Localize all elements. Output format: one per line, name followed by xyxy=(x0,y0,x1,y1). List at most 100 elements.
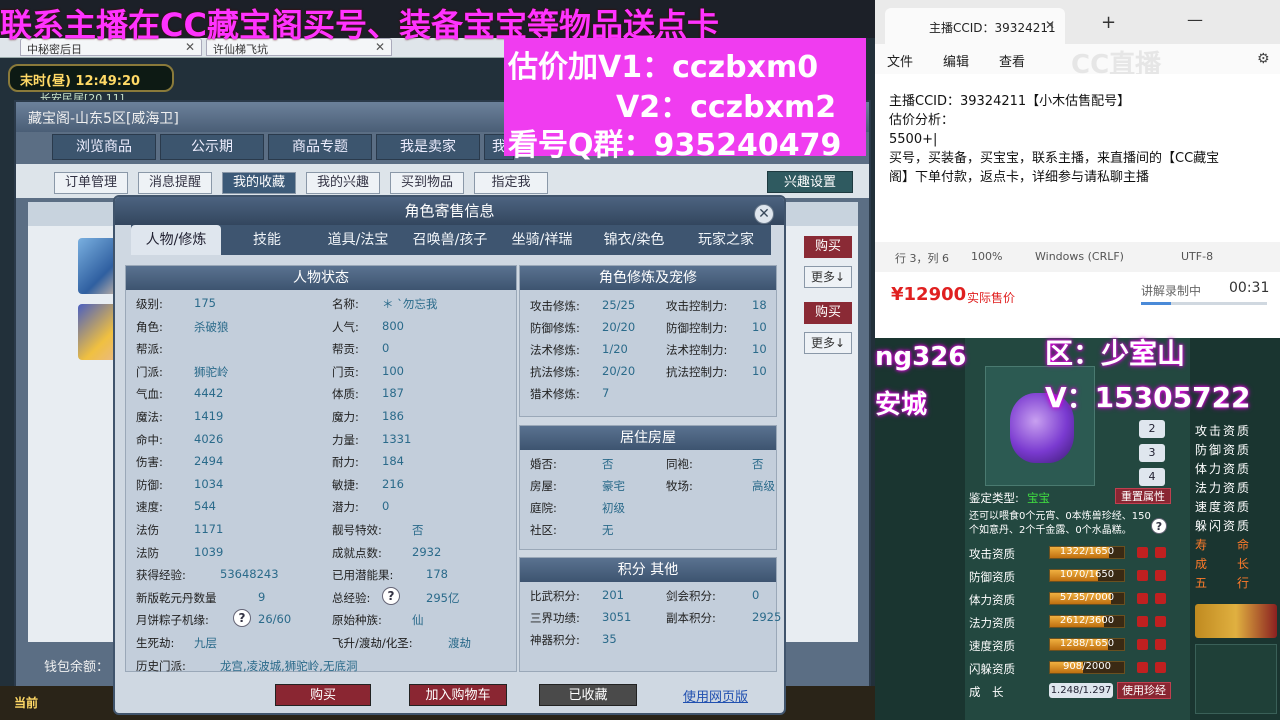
tab-mounts[interactable]: 坐骑/祥瑞 xyxy=(497,225,587,255)
tab-seller[interactable]: 我是卖家 xyxy=(376,134,480,160)
tab-browse[interactable]: 浏览商品 xyxy=(52,134,156,160)
collected-button[interactable]: 已收藏 xyxy=(539,684,637,706)
notepad-editor[interactable]: 主播CCID：39324211【小木估售配号】 估价分析： 5500+| 买号，… xyxy=(875,74,1280,242)
info-value: 20/20 xyxy=(602,364,636,378)
role-sale-modal: 角色寄售信息 ✕ 人物/修炼 技能 道具/法宝 召唤兽/孩子 坐骑/祥瑞 锦衣/… xyxy=(113,195,786,715)
close-icon[interactable]: ✕ xyxy=(754,204,774,224)
decrease-icon[interactable] xyxy=(1137,639,1148,650)
level-2[interactable]: 2 xyxy=(1139,420,1165,438)
interest-settings-button[interactable]: 兴趣设置 xyxy=(767,171,853,193)
status-key: 气血: xyxy=(136,387,163,402)
minimize-icon[interactable]: — xyxy=(1187,10,1203,29)
sub-tab-messages[interactable]: 消息提醒 xyxy=(138,172,212,194)
contact-v1: 估价加V1：cczbxm0 xyxy=(508,50,819,85)
help-icon[interactable]: ? xyxy=(1151,518,1167,534)
status-row: 帮派: xyxy=(136,341,326,357)
tab-character[interactable]: 人物/修炼 xyxy=(131,225,221,255)
level-4[interactable]: 4 xyxy=(1139,468,1165,486)
web-version-link[interactable]: 使用网页版 xyxy=(683,686,748,705)
decrease-icon[interactable] xyxy=(1137,547,1148,558)
info-row: 社区: 无 xyxy=(530,522,650,538)
buy-button[interactable]: 购买 xyxy=(804,302,852,324)
decrease-icon[interactable] xyxy=(1137,662,1148,673)
notepad-tab[interactable]: 主播CCID：39324211 ✕ xyxy=(885,8,1065,44)
overlay-region: 区：少室山 xyxy=(1045,337,1186,370)
buy-button[interactable]: 购买 xyxy=(275,684,371,706)
new-tab-icon[interactable]: + xyxy=(1101,12,1116,33)
tab-pets[interactable]: 召唤兽/孩子 xyxy=(405,225,495,255)
close-icon[interactable]: ✕ xyxy=(1045,18,1055,32)
status-key: 已用潜能果: xyxy=(332,568,394,583)
status-value: 178 xyxy=(426,567,448,582)
house-panel: 居住房屋 婚否: 否 同袍: 否房屋: 豪宅 牧场: 高级 庭院: 初级 社区: 无 xyxy=(519,425,777,550)
menu-view[interactable]: 查看 xyxy=(999,51,1025,70)
status-value: 否 xyxy=(412,523,424,537)
sub-tab-bought[interactable]: 买到物品 xyxy=(390,172,464,194)
more-button[interactable]: 更多↓ xyxy=(804,332,852,354)
status-value: 1034 xyxy=(194,476,224,491)
increase-icon[interactable] xyxy=(1155,662,1166,673)
increase-icon[interactable] xyxy=(1155,616,1166,627)
tab-skills[interactable]: 技能 xyxy=(223,225,311,255)
info-value: 201 xyxy=(602,588,624,602)
increase-icon[interactable] xyxy=(1155,547,1166,558)
info-key: 攻击控制力: xyxy=(666,299,728,313)
use-pearl-button[interactable]: 使用珍经 xyxy=(1117,682,1171,699)
pet-stat-value: 908/2000 xyxy=(1063,661,1111,672)
decrease-icon[interactable] xyxy=(1137,570,1148,581)
channel-current[interactable]: 当前 xyxy=(14,694,38,711)
tab-home[interactable]: 玩家之家 xyxy=(681,225,771,255)
info-key: 攻击修炼: xyxy=(530,299,580,313)
add-to-cart-button[interactable]: 加入购物车 xyxy=(409,684,507,706)
menu-edit[interactable]: 编辑 xyxy=(943,51,969,70)
help-icon[interactable]: ? xyxy=(233,609,251,628)
more-button[interactable]: 更多↓ xyxy=(804,266,852,288)
status-row: 原始种族: 仙 xyxy=(332,612,512,628)
gear-icon[interactable]: ⚙ xyxy=(1257,51,1270,67)
status-value: 0 xyxy=(382,499,390,514)
status-row: 法伤 1171 xyxy=(136,522,326,538)
info-value: 10 xyxy=(752,364,767,378)
status-key: 潜力: xyxy=(332,500,359,515)
sub-tab-interests[interactable]: 我的兴趣 xyxy=(306,172,380,194)
help-icon[interactable]: ? xyxy=(382,586,400,605)
info-value: 否 xyxy=(752,457,764,471)
decrease-icon[interactable] xyxy=(1137,593,1148,604)
buy-button[interactable]: 购买 xyxy=(804,236,852,258)
sub-tab-assigned[interactable]: 指定我 xyxy=(474,172,548,194)
sub-tab-orders[interactable]: 订单管理 xyxy=(54,172,128,194)
tab-items[interactable]: 道具/法宝 xyxy=(313,225,403,255)
info-value: 高级 xyxy=(752,479,775,493)
pet-stat-bar: 908/2000 xyxy=(1049,661,1125,674)
increase-icon[interactable] xyxy=(1155,639,1166,650)
wallet-balance: 钱包余额： xyxy=(44,660,110,675)
status-key: 新版乾元丹数量 xyxy=(136,590,217,605)
status-row: 速度: 544 xyxy=(136,499,326,515)
decrease-icon[interactable] xyxy=(1137,616,1148,627)
status-key: 帮派: xyxy=(136,342,163,357)
line-ending: Windows (CRLF) xyxy=(1035,250,1124,263)
skill-icons-row[interactable] xyxy=(1195,604,1277,638)
status-row: 耐力: 184 xyxy=(332,454,512,470)
status-key: 体质: xyxy=(332,387,359,402)
info-row: 神器积分: 35 xyxy=(530,632,650,648)
info-value: 2925 xyxy=(752,610,782,624)
info-key: 法术修炼: xyxy=(530,343,580,357)
side-attribute: 法力资质 xyxy=(1195,481,1252,495)
increase-icon[interactable] xyxy=(1155,593,1166,604)
tab-public[interactable]: 公示期 xyxy=(160,134,264,160)
info-row: 攻击控制力: 18 xyxy=(666,298,776,314)
menu-file[interactable]: 文件 xyxy=(887,51,913,70)
appraise-value: 宝宝 xyxy=(1027,491,1050,505)
increase-icon[interactable] xyxy=(1155,570,1166,581)
sub-tab-favorites[interactable]: 我的收藏 xyxy=(222,172,296,194)
tab-outfits[interactable]: 锦衣/染色 xyxy=(589,225,679,255)
level-3[interactable]: 3 xyxy=(1139,444,1165,462)
info-row: 三界功绩: 3051 xyxy=(530,610,650,626)
reset-attributes-button[interactable]: 重置属性 xyxy=(1115,488,1171,504)
status-value: 544 xyxy=(194,499,216,514)
status-key: 成就点数: xyxy=(332,545,382,560)
status-key: 飞升/渡劫/化圣: xyxy=(332,636,413,650)
status-key: 防御: xyxy=(136,477,163,492)
tab-topics[interactable]: 商品专题 xyxy=(268,134,372,160)
